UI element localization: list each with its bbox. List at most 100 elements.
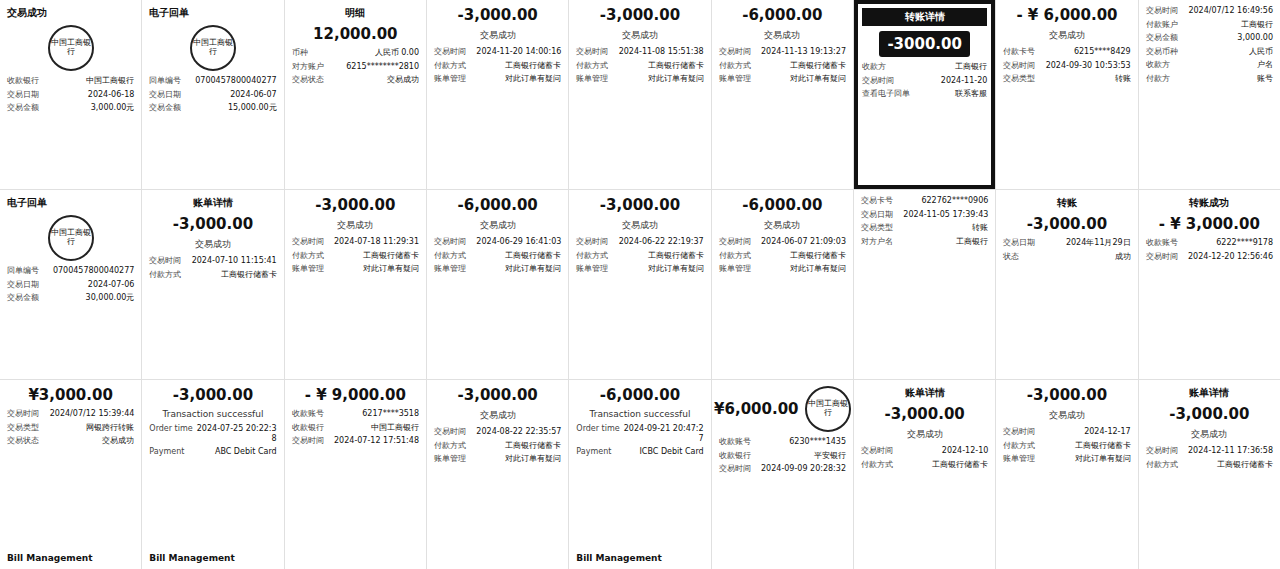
detail-row: 账单管理对此订单有疑问	[576, 74, 703, 84]
receipt-tile: -6,000.00交易成功交易时间2024-06-07 21:09:03付款方式…	[712, 190, 853, 379]
status: 交易成功	[1003, 29, 1130, 42]
status: 交易成功	[1003, 409, 1130, 422]
footer[interactable]: Bill Management	[576, 553, 703, 563]
receipt-tile: 交易时间2024/07/12 16:49:56付款账户工商银行交易金额3,000…	[1139, 0, 1280, 189]
detail-row: 交易日期2024-06-18	[7, 90, 134, 100]
amount: - ¥ 6,000.00	[1016, 6, 1117, 24]
status: 交易成功	[1146, 428, 1273, 441]
amount: ¥3,000.00	[28, 386, 112, 404]
receipt-tile: 电子回单中国工商银行回单编号0700457800040277交易日期2024-0…	[0, 190, 141, 379]
amount: 12,000.00	[313, 25, 397, 43]
detail-row: 交易类型转账	[861, 223, 988, 233]
tile-header: 明细	[292, 6, 419, 20]
receipt-tile: -6,000.00交易成功交易时间2024-11-13 19:13:27付款方式…	[712, 0, 853, 189]
detail-row: 交易日期2024-11-05 17:39:43	[861, 210, 988, 220]
detail-rows: 交易时间2024-06-29 16:41:03付款方式工商银行储蓄卡账单管理对此…	[434, 237, 561, 274]
detail-row: 付款方式工商银行储蓄卡	[719, 61, 846, 71]
footer[interactable]: Bill Management	[149, 553, 276, 563]
detail-row: 账单管理对此订单有疑问	[719, 74, 846, 84]
amount: -3,000.00	[1169, 405, 1249, 423]
tile-header: 电子回单	[149, 6, 276, 20]
detail-row: 交易时间2024-11-20	[862, 76, 987, 86]
status: Transaction successful	[576, 409, 703, 419]
amount: -3,000.00	[458, 6, 538, 24]
detail-rows: 收款方工商银行交易时间2024-11-20查看电子回单联系客服	[862, 62, 987, 99]
detail-row: 状态成功	[1003, 252, 1130, 262]
detail-row: 账单管理对此订单有疑问	[434, 264, 561, 274]
detail-row: PaymentICBC Debit Card	[576, 447, 703, 457]
detail-row: 账单管理对此订单有疑问	[719, 264, 846, 274]
detail-row: 付款方账号	[1146, 74, 1273, 84]
detail-row: 交易类型转账	[1003, 74, 1130, 84]
detail-rows: 交易时间2024-12-10付款方式工商银行储蓄卡	[861, 446, 988, 469]
detail-row: 付款账户工商银行	[1146, 20, 1273, 30]
detail-row: 账单管理对此订单有疑问	[576, 264, 703, 274]
detail-row: 交易时间2024-12-20 12:56:46	[1146, 252, 1273, 262]
detail-rows: 回单编号0700457800040277交易日期2024-07-06交易金额30…	[7, 266, 134, 303]
receipt-tile: 转账-3,000.00交易日期2024年11月29日状态成功	[996, 190, 1137, 379]
detail-row: 交易日期2024年11月29日	[1003, 238, 1130, 248]
detail-row: 付款方式工商银行储蓄卡	[861, 460, 988, 470]
detail-row: Order time2024-09-21 20:47:27	[576, 424, 703, 443]
status: 交易成功	[861, 428, 988, 441]
receipt-tile: ¥3,000.00交易时间2024/07/12 15:39:44交易类型网银跨行…	[0, 380, 141, 569]
amount: ¥6,000.00	[714, 400, 798, 418]
detail-row: 交易时间2024-12-17	[1003, 427, 1130, 437]
detail-row: 付款方式工商银行储蓄卡	[292, 251, 419, 261]
detail-row: 交易时间2024-07-12 17:51:48	[292, 436, 419, 446]
detail-row: 账单管理对此订单有疑问	[434, 74, 561, 84]
status: 交易成功	[576, 219, 703, 232]
detail-row: 交易时间2024-09-09 20:28:32	[719, 464, 846, 474]
detail-rows: 交易时间2024-07-18 11:29:31付款方式工商银行储蓄卡账单管理对此…	[292, 237, 419, 274]
detail-rows: Order time2024-07-25 20:22:38PaymentABC …	[149, 424, 276, 457]
detail-row: 付款方式工商银行储蓄卡	[434, 61, 561, 71]
detail-row: 付款方式工商银行储蓄卡	[576, 251, 703, 261]
receipt-tile: -3,000.00交易成功交易时间2024-11-20 14:00:16付款方式…	[427, 0, 568, 189]
detail-row: 回单编号0700457800040277	[149, 76, 276, 86]
detail-rows: 交易时间2024-06-22 22:19:37 付款方式工商银行储蓄卡账单管理对此…	[576, 237, 703, 274]
receipt-tile: -6,000.00交易成功交易时间2024-06-29 16:41:03付款方式…	[427, 190, 568, 379]
detail-row: 收款账号6230****1435	[719, 437, 846, 447]
amount: -6,000.00	[742, 6, 822, 24]
detail-rows: 交易时间2024-12-17付款方式工商银行储蓄卡账单管理对此订单有疑问	[1003, 427, 1130, 464]
amount: -3,000.00	[1027, 386, 1107, 404]
detail-row: 付款方式工商银行储蓄卡	[719, 251, 846, 261]
detail-row: 付款方式工商银行储蓄卡	[434, 441, 561, 451]
receipt-tile: - ¥ 6,000.00 交易成功付款卡号6215****8429 交易时间2024…	[996, 0, 1137, 189]
status: 交易成功	[719, 219, 846, 232]
detail-rows: 回单编号0700457800040277交易日期2024-06-07交易金额15…	[149, 76, 276, 113]
detail-row: 交易币种人民币	[1146, 47, 1273, 57]
status: 交易成功	[292, 219, 419, 232]
receipt-tile: 明细12,000.00币种人民币 0.00对方账户6215********281…	[285, 0, 426, 189]
detail-row: 交易时间2024-07-10 11:15:41	[149, 256, 276, 266]
detail-rows: 交易日期2024年11月29日状态成功	[1003, 238, 1130, 261]
detail-row: 付款方式工商银行储蓄卡	[149, 270, 276, 280]
detail-rows: 交易时间2024-08-22 22:35:57付款方式工商银行储蓄卡账单管理对此…	[434, 427, 561, 464]
footer[interactable]: Bill Management	[7, 553, 134, 563]
receipt-tile: -3,000.00交易成功交易时间2024-07-18 11:29:31付款方式…	[285, 190, 426, 379]
detail-row: 交易金额30,000.00元	[7, 293, 134, 303]
detail-row: 交易时间2024-07-18 11:29:31	[292, 237, 419, 247]
receipt-tile: 交易卡号622762****0906交易日期2024-11-05 17:39:4…	[854, 190, 995, 379]
detail-row: 交易时间2024-09-30 10:53:53	[1003, 61, 1130, 71]
receipt-tile: 账单详情-3,000.00交易成功交易时间2024-12-10付款方式工商银行储…	[854, 380, 995, 569]
receipt-tile: -3,000.00交易成功交易时间2024-08-22 22:35:57付款方式…	[427, 380, 568, 569]
status: 交易成功	[576, 29, 703, 42]
status: 交易成功	[434, 409, 561, 422]
detail-rows: 交易卡号622762****0906交易日期2024-11-05 17:39:4…	[861, 196, 988, 246]
detail-row: 收款账号6217****3518	[292, 409, 419, 419]
bank-stamp: 中国工商银行	[805, 386, 851, 432]
detail-row: 交易类型网银跨行转账	[7, 423, 134, 433]
receipt-collage: 交易成功中国工商银行收款银行中国工商银行交易日期2024-06-18交易金额3,…	[0, 0, 1280, 569]
detail-rows: 交易时间2024-06-07 21:09:03付款方式工商银行储蓄卡账单管理对此…	[719, 237, 846, 274]
amount: - ¥ 9,000.00	[305, 386, 406, 404]
detail-row: 交易时间2024-11-13 19:13:27	[719, 47, 846, 57]
detail-row: 付款方式工商银行储蓄卡	[576, 61, 703, 71]
receipt-tile: - ¥ 9,000.00收款账号6217****3518收款银行中国工商银行交易…	[285, 380, 426, 569]
status: 交易成功	[434, 29, 561, 42]
detail-row: 付款卡号6215****8429	[1003, 47, 1130, 57]
detail-row: 交易时间2024-06-22 22:19:37	[576, 237, 703, 247]
tile-header: 交易成功	[7, 6, 134, 20]
detail-row: 交易时间2024-11-08 15:51:38	[576, 47, 703, 57]
tile-header: 转账详情	[862, 8, 987, 26]
